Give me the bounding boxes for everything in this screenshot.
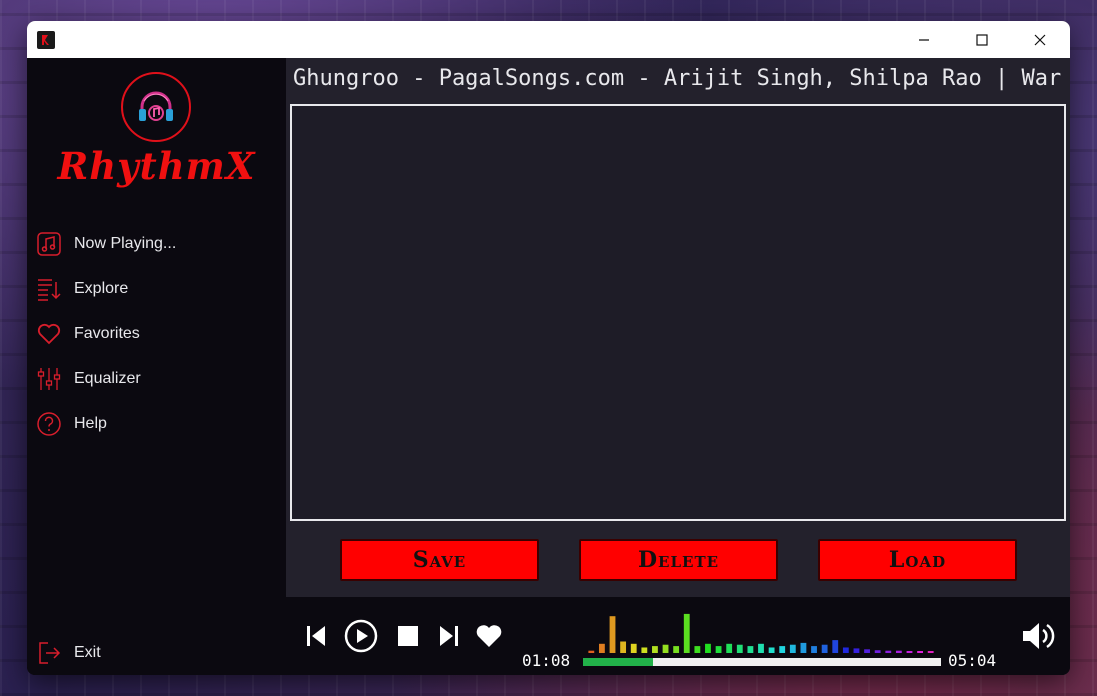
minimize-button[interactable] <box>895 21 953 58</box>
sidebar-item-label: Help <box>74 415 107 432</box>
spectrum-bar <box>673 646 680 653</box>
sidebar-item-favorites[interactable]: Favorites <box>35 316 275 352</box>
sidebar-item-label: Equalizer <box>74 370 141 387</box>
heart-icon <box>476 625 502 647</box>
load-button[interactable]: Load <box>818 539 1017 581</box>
previous-button[interactable] <box>300 620 332 652</box>
spectrum-bar <box>906 651 913 653</box>
exit-icon <box>35 639 63 667</box>
delete-button[interactable]: Delete <box>579 539 778 581</box>
favorite-button[interactable] <box>473 620 505 652</box>
sidebar: RhythmX Now Playing... Explore Favorites… <box>27 58 286 675</box>
spectrum-bar <box>811 646 817 653</box>
app-window: RhythmX Now Playing... Explore Favorites… <box>27 21 1070 675</box>
spectrum-bar <box>662 644 669 653</box>
player-bar: 01:08 05:04 <box>286 597 1070 675</box>
sidebar-item-label: Explore <box>74 280 129 297</box>
spectrum-bar <box>853 648 860 653</box>
app-logo-text: RhythmX <box>57 144 256 188</box>
spectrum-bar <box>715 646 722 653</box>
playlist-box[interactable] <box>290 104 1066 521</box>
spectrum-bar <box>641 647 648 653</box>
sidebar-item-explore[interactable]: Explore <box>35 271 275 307</box>
now-playing-title: Ghungroo - PagalSongs.com - Arijit Singh… <box>293 66 1062 91</box>
play-icon <box>344 619 378 653</box>
spectrum-bar <box>864 649 870 653</box>
logo <box>121 72 191 142</box>
spectrum-bar <box>842 647 849 653</box>
spectrum-bar <box>758 643 764 653</box>
spectrum-bar <box>885 650 892 653</box>
volume-icon <box>1023 623 1055 649</box>
spectrum-bar <box>705 643 711 653</box>
next-icon <box>440 626 458 646</box>
spectrum-bar <box>895 650 902 653</box>
main-panel: Ghungroo - PagalSongs.com - Arijit Singh… <box>286 58 1070 675</box>
spectrum-bar <box>736 644 743 653</box>
seek-bar-fill <box>583 658 653 666</box>
close-icon <box>1034 34 1046 45</box>
spectrum-bar <box>588 650 595 653</box>
spectrum-bar <box>694 646 701 653</box>
help-icon <box>35 410 63 438</box>
volume-button[interactable] <box>1018 620 1058 652</box>
stop-button[interactable] <box>392 620 424 652</box>
sidebar-item-label: Favorites <box>74 325 140 342</box>
spectrum-bar <box>726 643 733 653</box>
spectrum-bar <box>652 646 658 653</box>
spectrum-bar <box>821 644 828 653</box>
next-button[interactable] <box>433 620 465 652</box>
spectrum-bar <box>917 651 923 653</box>
previous-icon <box>307 626 325 646</box>
spectrum-bar <box>779 646 786 653</box>
app-icon <box>37 31 55 49</box>
spectrum-bar <box>832 640 839 653</box>
title-bar <box>27 21 1070 58</box>
maximize-icon <box>976 33 988 46</box>
spectrum-bar <box>683 613 690 653</box>
spectrum-bar <box>609 616 616 653</box>
sidebar-item-equalizer[interactable]: Equalizer <box>35 361 275 397</box>
heart-outline-icon <box>35 320 63 348</box>
total-time: 05:04 <box>948 651 997 670</box>
seek-bar[interactable] <box>583 658 941 666</box>
current-time: 01:08 <box>522 651 571 670</box>
music-note-icon <box>35 230 63 258</box>
spectrum-bar <box>800 642 807 653</box>
sliders-icon <box>35 365 63 393</box>
spectrum-bar <box>598 643 605 653</box>
play-button[interactable] <box>343 618 379 654</box>
spectrum-bar <box>874 650 881 653</box>
spectrum-bar <box>789 644 796 653</box>
spectrum-bar <box>620 641 627 653</box>
save-button[interactable]: Save <box>340 539 539 581</box>
spectrum-visualizer <box>588 613 934 653</box>
minimize-icon <box>919 38 929 41</box>
close-button[interactable] <box>1011 21 1069 58</box>
sidebar-item-now-playing[interactable]: Now Playing... <box>35 226 275 262</box>
spectrum-bar <box>768 647 775 653</box>
stop-icon <box>398 626 418 646</box>
spectrum-bar <box>747 646 754 653</box>
sidebar-item-label: Now Playing... <box>74 235 177 252</box>
headphones-icon <box>139 91 173 121</box>
maximize-button[interactable] <box>953 21 1011 58</box>
exit-button[interactable]: Exit <box>35 635 275 671</box>
spectrum-bar <box>927 651 934 653</box>
playlist-icon <box>35 275 63 303</box>
exit-label: Exit <box>74 644 101 661</box>
sidebar-item-help[interactable]: Help <box>35 406 275 442</box>
spectrum-bar <box>630 643 637 653</box>
